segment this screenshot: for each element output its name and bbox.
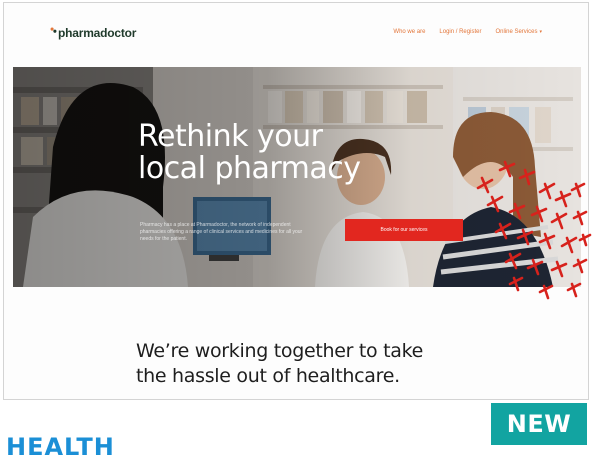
hero-title-line2: local pharmacy xyxy=(138,151,361,186)
chevron-down-icon: ▾ xyxy=(539,29,542,35)
nav-login-register[interactable]: Login / Register xyxy=(439,29,481,35)
hero-title-line1: Rethink your xyxy=(138,119,323,154)
nav-who-we-are[interactable]: Who we are xyxy=(393,29,425,35)
book-services-button[interactable]: Book for our services xyxy=(345,219,463,241)
site-logo[interactable]: pharmadoctor xyxy=(50,26,136,40)
new-badge: NEW xyxy=(491,403,587,445)
site-header: pharmadoctor Who we are Login / Register… xyxy=(4,3,588,65)
main-nav: Who we are Login / Register Online Servi… xyxy=(393,29,542,35)
tagline: We’re working together to take the hassle… xyxy=(136,339,423,389)
hero-subtitle: Pharmacy has a place at Pharmadoctor, th… xyxy=(140,222,303,242)
website-screenshot: pharmadoctor Who we are Login / Register… xyxy=(3,2,589,400)
logo-mark-icon xyxy=(50,27,57,33)
logo-text: pharmadoctor xyxy=(58,26,137,40)
section-label: HEALTH xyxy=(6,433,115,461)
hero-title: Rethink your local pharmacy xyxy=(138,121,361,185)
tagline-line2: the hassle out of healthcare. xyxy=(136,365,400,387)
tagline-line1: We’re working together to take xyxy=(136,340,424,362)
nav-online-services-label: Online Services xyxy=(495,29,538,35)
hero-banner: Rethink your local pharmacy Pharmacy has … xyxy=(13,67,581,287)
nav-online-services[interactable]: Online Services ▾ xyxy=(495,29,542,35)
